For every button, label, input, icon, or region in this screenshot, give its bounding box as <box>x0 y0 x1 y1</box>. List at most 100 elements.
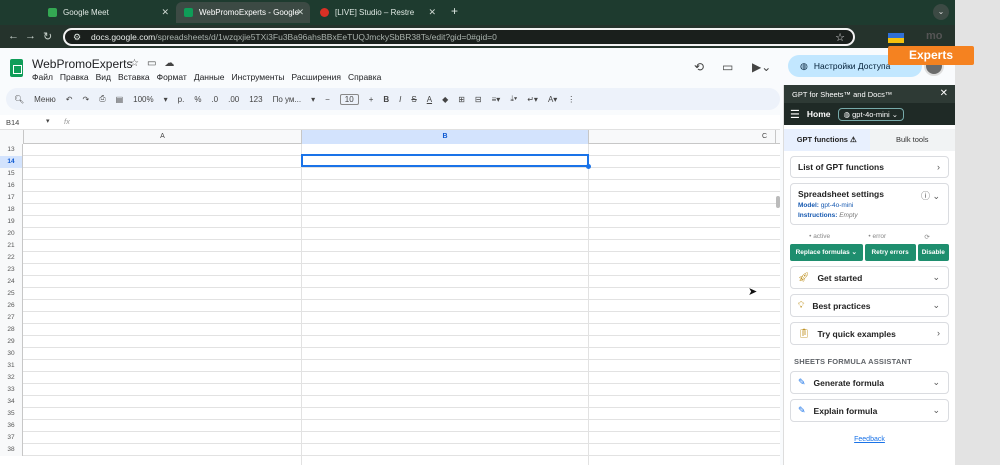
explain-formula-card[interactable]: ✎ Explain formula ⌄ <box>790 399 949 422</box>
menu-file[interactable]: Файл <box>32 72 53 82</box>
document-title[interactable]: WebPromoExperts <box>32 57 132 71</box>
bookmark-star-icon[interactable]: ☆ <box>835 31 845 44</box>
tab-live-studio[interactable]: [LIVE] Studio – Restre ✕ <box>312 2 442 23</box>
column-header-b[interactable]: B <box>302 130 589 144</box>
tab-webpromoexperts[interactable]: WebPromoExperts - Google S ✕ <box>176 2 310 23</box>
comments-icon[interactable]: ▭ <box>722 60 733 74</box>
row-header[interactable]: 24 <box>0 276 23 288</box>
row-header[interactable]: 20 <box>0 228 23 240</box>
selected-cell-b14[interactable] <box>301 154 591 169</box>
menu-help[interactable]: Справка <box>348 72 381 82</box>
bold-icon[interactable]: B <box>383 95 389 104</box>
menu-search[interactable]: Меню <box>34 95 56 104</box>
refresh-icon[interactable]: ⟳ <box>924 233 929 241</box>
column-header-c[interactable]: C <box>589 130 776 144</box>
back-icon[interactable]: ← <box>8 30 19 42</box>
replace-formulas-button[interactable]: Replace formulas ⌄ <box>790 244 863 261</box>
row-header[interactable]: 27 <box>0 312 23 324</box>
row-header[interactable]: 22 <box>0 252 23 264</box>
tab-bulk-tools[interactable]: Bulk tools <box>869 129 955 151</box>
menu-extensions[interactable]: Расширения <box>292 72 341 82</box>
row-header[interactable]: 31 <box>0 360 23 372</box>
font-select[interactable]: По ум... <box>273 95 302 104</box>
search-icon[interactable]: 🔍︎ <box>14 95 24 104</box>
rotate-icon[interactable]: A▾ <box>548 95 557 104</box>
new-tab-icon[interactable]: + <box>451 4 458 18</box>
info-chevron-icon[interactable]: ⓘ ⌄ <box>921 189 940 202</box>
spreadsheet-settings-card[interactable]: Spreadsheet settings ⓘ ⌄ Model: gpt-4o-m… <box>790 183 949 225</box>
menu-format[interactable]: Формат <box>157 72 187 82</box>
row-header[interactable]: 26 <box>0 300 23 312</box>
url-input[interactable]: ⚙ docs.google.com /spreadsheets/d/1wzqxj… <box>63 28 855 46</box>
reload-icon[interactable]: ↻ <box>43 30 52 43</box>
disable-button[interactable]: Disable <box>917 244 949 261</box>
row-header[interactable]: 29 <box>0 336 23 348</box>
meet-camera-icon[interactable]: ▶⌄ <box>752 60 771 74</box>
menu-data[interactable]: Данные <box>194 72 225 82</box>
merge-cells-icon[interactable]: ⊟ <box>475 95 482 104</box>
column-header-a[interactable]: A <box>24 130 302 144</box>
list-functions-card[interactable]: List of GPT functions › <box>790 156 949 178</box>
text-color-icon[interactable]: A <box>427 95 432 104</box>
tab-gpt-functions[interactable]: GPT functions ⚠ <box>784 129 870 151</box>
redo-icon[interactable]: ↷ <box>82 95 89 104</box>
row-header[interactable]: 16 <box>0 180 23 192</box>
font-size-increase-icon[interactable]: + <box>369 95 374 104</box>
row-header[interactable]: 38 <box>0 444 23 456</box>
model-select[interactable]: ◍ gpt-4o-mini ⌄ <box>837 107 905 121</box>
best-practices-card[interactable]: 💡︎ Best practices ⌄ <box>790 294 949 317</box>
font-size-input[interactable]: 10 <box>339 93 359 105</box>
tab-search-icon[interactable]: ⌄ <box>933 4 949 20</box>
nav-home[interactable]: Home <box>807 109 831 119</box>
forward-icon[interactable]: → <box>25 30 36 42</box>
menu-insert[interactable]: Вставка <box>118 72 150 82</box>
more-formats-button[interactable]: 123 <box>249 95 262 104</box>
row-header[interactable]: 23 <box>0 264 23 276</box>
strikethrough-icon[interactable]: S <box>411 95 416 104</box>
sheets-logo-icon[interactable] <box>10 59 23 77</box>
print-icon[interactable]: ⎙ <box>99 94 105 104</box>
italic-icon[interactable]: I <box>399 95 401 104</box>
chevron-down-icon[interactable]: ▾ <box>46 117 50 125</box>
undo-icon[interactable]: ↶ <box>66 95 73 104</box>
valign-icon[interactable]: ⤓▾ <box>510 94 517 104</box>
cloud-status-icon[interactable]: ☁ <box>164 58 182 69</box>
vertical-scrollbar[interactable] <box>776 196 780 208</box>
row-header[interactable]: 33 <box>0 384 23 396</box>
generate-formula-card[interactable]: ✎ Generate formula ⌄ <box>790 371 949 394</box>
row-header[interactable]: 28 <box>0 324 23 336</box>
close-icon[interactable]: ✕ <box>296 7 304 18</box>
row-header[interactable]: 21 <box>0 240 23 252</box>
increase-decimal-button[interactable]: .00 <box>228 95 239 104</box>
row-header[interactable]: 34 <box>0 396 23 408</box>
site-info-icon[interactable]: ⚙ <box>73 32 83 42</box>
close-icon[interactable]: ✕ <box>428 7 436 18</box>
close-icon[interactable]: ✕ <box>161 7 169 18</box>
decrease-decimal-button[interactable]: .0 <box>211 95 218 104</box>
row-header[interactable]: 13 <box>0 144 23 156</box>
spreadsheet-grid[interactable]: A B C 13 14 15 16 17 18 19 20 21 22 23 24 25 26 27 28 29… <box>0 130 780 465</box>
row-header[interactable]: 15 <box>0 168 23 180</box>
feedback-link[interactable]: Feedback <box>784 436 955 443</box>
close-icon[interactable]: ✕ <box>940 88 948 99</box>
quick-examples-card[interactable]: 📋︎ Try quick examples › <box>790 322 949 345</box>
zoom-select[interactable]: 100% <box>133 95 153 104</box>
row-header[interactable]: 17 <box>0 192 23 204</box>
row-header[interactable]: 19 <box>0 216 23 228</box>
fill-color-icon[interactable]: ◆ <box>442 95 448 104</box>
percent-format-button[interactable]: % <box>194 95 201 104</box>
borders-icon[interactable]: ⊞ <box>458 95 465 104</box>
row-header[interactable]: 36 <box>0 420 23 432</box>
align-icon[interactable]: ≡▾ <box>492 95 501 104</box>
get-started-card[interactable]: 🚀︎ Get started ⌄ <box>790 266 949 289</box>
paint-format-icon[interactable]: ▤ <box>116 95 124 104</box>
currency-format-button[interactable]: р. <box>178 95 185 104</box>
corner-cell[interactable] <box>0 130 24 144</box>
wrap-icon[interactable]: ↵▾ <box>527 95 538 104</box>
more-icon[interactable]: ⋮ <box>567 95 575 104</box>
row-header[interactable]: 35 <box>0 408 23 420</box>
history-icon[interactable]: ⟲ <box>694 60 704 74</box>
row-header[interactable]: 14 <box>0 156 23 168</box>
move-folder-icon[interactable]: ▭ <box>147 58 164 69</box>
font-size-decrease-icon[interactable]: − <box>325 95 330 104</box>
